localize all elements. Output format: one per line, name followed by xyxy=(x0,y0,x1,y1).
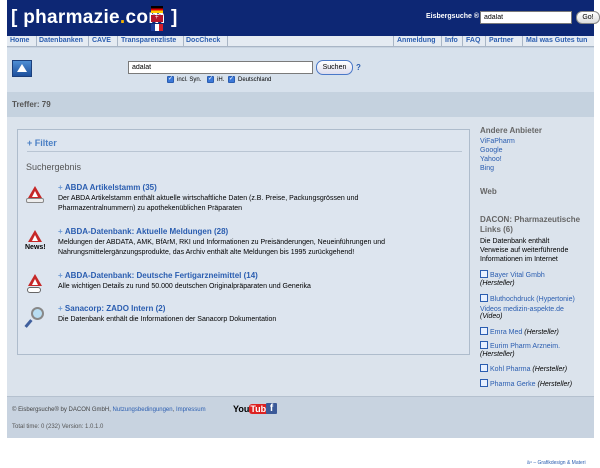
other-providers-heading: Andere Anbieter xyxy=(480,126,542,135)
logo-name: pharmazie xyxy=(23,7,120,28)
search-input[interactable] xyxy=(128,61,313,74)
document-icon xyxy=(480,270,488,278)
result-title-link[interactable]: + ABDA-Datenbank: Deutsche Fertigarzneim… xyxy=(58,271,258,280)
link-item: Kohl Pharma (Hersteller) xyxy=(480,364,588,375)
link-item: Emra Med (Hersteller) xyxy=(480,327,588,338)
navigation-bar: Home Datenbanken CAVE Transparenzliste D… xyxy=(7,36,594,47)
nav-cave[interactable]: CAVE xyxy=(92,37,111,44)
provider-link-google[interactable]: Google xyxy=(480,147,503,154)
search-button[interactable]: Suchen xyxy=(316,60,353,75)
results-heading: Suchergebnis xyxy=(26,162,82,172)
option-germany-label: Deutschland xyxy=(238,77,272,83)
top-go-button[interactable]: Go! xyxy=(576,11,600,24)
document-icon xyxy=(480,364,488,372)
top-search-label: Eisbergsuche ® xyxy=(426,13,480,20)
news-icon: News! xyxy=(25,230,46,252)
provider-link-bing[interactable]: Bing xyxy=(480,165,494,172)
document-icon xyxy=(480,379,488,387)
result-title-link[interactable]: + Sanacorp: ZADO Intern (2) xyxy=(58,304,165,313)
option-synonyms-checkbox[interactable] xyxy=(167,75,174,83)
footer-copyright: © Eisbergsuche® by DACON GmbH, Nutzungsb… xyxy=(12,407,206,413)
content-area: + Filter Suchergebnis + ABDA Artikelstam… xyxy=(7,117,594,396)
video-icon xyxy=(480,294,488,302)
youtube-icon[interactable]: YouTube xyxy=(233,404,273,415)
french-flag-icon[interactable] xyxy=(151,24,163,31)
result-title-link[interactable]: + ABDA Artikelstamm (35) xyxy=(58,183,157,192)
link-item: Pharma Gerke (Hersteller) xyxy=(480,379,588,390)
result-title-link[interactable]: + ABDA-Datenbank: Aktuelle Meldungen (28… xyxy=(58,227,228,236)
link-item: Bluthochdruck (Hypertonie) Videos medizi… xyxy=(480,294,588,314)
link-type: (Video) xyxy=(480,313,503,320)
provider-link-yahoo[interactable]: Yahoo! xyxy=(480,156,502,163)
link-kohl[interactable]: Kohl Pharma xyxy=(490,366,530,373)
footer: © Eisbergsuche® by DACON GmbH, Nutzungsb… xyxy=(7,396,594,438)
link-bluthochdruck[interactable]: Bluthochdruck (Hypertonie) Videos medizi… xyxy=(480,296,575,313)
hits-count: Treffer: 79 xyxy=(12,100,51,109)
credit-link[interactable]: ä⁴ – Grafikdesign & Materi xyxy=(527,460,586,466)
result-description: Meldungen der ABDATA, AMK, BfArM, RKI un… xyxy=(58,239,385,256)
option-germany-checkbox[interactable] xyxy=(228,75,235,83)
result-description: Der ABDA Artikelstamm enthält aktuelle w… xyxy=(58,195,359,212)
link-type: (Hersteller) xyxy=(480,351,515,358)
link-type: (Hersteller) xyxy=(480,280,515,287)
search-bar: Suchen ? incl. Syn. iH. Deutschland xyxy=(7,48,594,92)
document-icon xyxy=(480,341,488,349)
hits-bar: Treffer: 79 xyxy=(7,92,594,117)
dacon-heading: DACON: Pharmazeutische xyxy=(480,215,581,224)
top-search-input[interactable] xyxy=(480,11,572,24)
sidebar: Andere Anbieter ViFaPharm Google Yahoo! … xyxy=(480,117,594,396)
nav-mal-was-gutes-tun[interactable]: Mal was Gutes tun xyxy=(526,37,587,44)
nav-anmeldung[interactable]: Anmeldung xyxy=(397,37,436,44)
nav-faq[interactable]: FAQ xyxy=(466,37,480,44)
option-ih-label: iH. xyxy=(217,77,225,83)
option-ih-checkbox[interactable] xyxy=(207,75,214,83)
pill-icon xyxy=(26,274,46,296)
nav-partner[interactable]: Partner xyxy=(489,37,514,44)
magnifier-icon xyxy=(24,307,46,329)
link-gerke[interactable]: Pharma Gerke xyxy=(490,381,536,388)
language-flags: + xyxy=(151,6,163,32)
option-synonyms-label: incl. Syn. xyxy=(177,77,202,83)
dacon-description: Informationen im Internet xyxy=(480,256,558,263)
nav-info[interactable]: Info xyxy=(445,37,458,44)
result-description: Alle wichtigen Details zu rund 50.000 de… xyxy=(58,283,311,290)
eisberg-logo-icon[interactable] xyxy=(12,60,32,77)
document-icon xyxy=(480,327,488,335)
imprint-link[interactable]: Impressum xyxy=(176,407,206,413)
provider-link-vifapharm[interactable]: ViFaPharm xyxy=(480,138,515,145)
link-emra[interactable]: Emra Med xyxy=(490,329,522,336)
facebook-icon[interactable]: f xyxy=(266,403,277,414)
terms-link[interactable]: Nutzungsbedingungen xyxy=(113,407,173,413)
filter-toggle[interactable]: + Filter xyxy=(27,138,462,152)
link-bayer[interactable]: Bayer Vital Gmbh xyxy=(490,272,545,279)
nav-doccheck[interactable]: DocCheck xyxy=(186,37,220,44)
link-eurim[interactable]: Eurim Pharm Arzneim. xyxy=(490,343,560,350)
footer-time: Total time: 0 (232) Version: 1.0.1.0 xyxy=(12,424,104,430)
logo-bracket-right: ] xyxy=(165,7,178,28)
web-heading: Web xyxy=(480,187,497,196)
swiss-flag-icon[interactable]: + xyxy=(151,15,163,22)
page: [ pharmazie.com ] + Eisbergsuche ® Go! H… xyxy=(0,0,600,468)
logo-bracket-left: [ xyxy=(11,7,24,28)
nav-transparenzliste[interactable]: Transparenzliste xyxy=(121,37,176,44)
nav-home[interactable]: Home xyxy=(10,37,29,44)
german-flag-icon[interactable] xyxy=(151,6,163,13)
warning-icon xyxy=(26,186,46,208)
help-link[interactable]: ? xyxy=(356,63,361,72)
nav-datenbanken[interactable]: Datenbanken xyxy=(39,37,83,44)
page-wrapper: [ pharmazie.com ] + Eisbergsuche ® Go! H… xyxy=(7,0,600,438)
header: [ pharmazie.com ] + Eisbergsuche ® Go! xyxy=(7,0,600,36)
result-description: Die Datenbank enthält die Informationen … xyxy=(58,316,277,323)
news-badge: News! xyxy=(25,244,46,251)
dacon-heading-count: Links (6) xyxy=(480,225,513,234)
results-box: + Filter Suchergebnis + ABDA Artikelstam… xyxy=(17,129,470,355)
